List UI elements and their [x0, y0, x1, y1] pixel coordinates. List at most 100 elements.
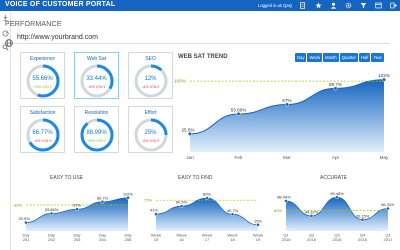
download-icon[interactable] — [2, 14, 9, 21]
filter-icon[interactable] — [360, 2, 367, 9]
x-tick-label: Day 255 — [124, 233, 132, 243]
chart-area — [156, 198, 258, 231]
document-icon[interactable] — [299, 2, 306, 9]
app-title: VOICE OF CUSTOMER PORTAL — [5, 1, 116, 8]
data-label: 60.5% — [176, 200, 188, 205]
kpi-card-resolution[interactable]: Resolution 88.99% +5% VSLY — [74, 106, 119, 153]
range-week-button[interactable]: Week — [307, 53, 323, 62]
data-point — [381, 77, 387, 82]
window-icon[interactable] — [375, 2, 382, 9]
range-half-button[interactable]: Half — [358, 53, 371, 62]
kpi-card-web-sat[interactable]: Web Sat 33.44% -3% VSLY — [74, 52, 119, 99]
data-point — [333, 86, 338, 91]
accurate-chart: 60% 88.44% Q1 2016 44.32% Q2 2016 99.48% Q3 2016 3… — [274, 191, 394, 243]
data-label: 67% — [282, 98, 291, 103]
data-label: 66.33% — [381, 202, 394, 207]
data-label: 53.66% — [231, 107, 247, 112]
range-selector: Day Week Month Quarter Half Year — [295, 53, 384, 62]
data-point — [187, 131, 193, 136]
kpi-delta: +5% VSLY — [86, 138, 107, 143]
kpi-card-seo[interactable]: SEO 12% -4% VSLY — [128, 52, 173, 99]
target-label: 80% — [14, 203, 22, 208]
data-label: 41% — [150, 208, 158, 213]
data-point — [205, 196, 209, 201]
kpi-delta: +3% VSLY — [32, 84, 53, 89]
range-quarter-button[interactable]: Quarter — [339, 53, 358, 62]
data-label: 102% — [378, 73, 390, 78]
user-icon[interactable] — [330, 2, 337, 9]
data-point — [335, 195, 339, 200]
x-tick-label: Week 16 — [176, 233, 186, 243]
data-point — [179, 204, 184, 209]
x-tick-label: Mar — [283, 155, 291, 160]
x-tick-label: Day 251 — [22, 233, 30, 243]
kpi-card-experience[interactable]: Experience 55.66% +3% VSLY — [20, 52, 65, 99]
kpi-card-satisfaction[interactable]: Satisfaction 66.77% -4% VSLY — [20, 106, 65, 153]
kpi-label: Effort — [144, 110, 157, 116]
target-label: 100% — [174, 79, 186, 84]
target-label: 75% — [144, 198, 152, 203]
site-url: http://www.yourbrand.com — [17, 34, 98, 41]
data-label: 15% — [254, 218, 262, 223]
logout-icon[interactable] — [390, 2, 397, 9]
kpi-value: 88.99% — [86, 130, 107, 136]
data-label: 88.44% — [277, 195, 291, 200]
data-label: 53.66% — [45, 207, 59, 212]
star-icon[interactable] — [315, 2, 322, 9]
page-title: PERFORMANCE — [5, 21, 62, 28]
globe-icon — [5, 34, 13, 47]
data-point — [154, 212, 158, 217]
x-tick-label: Day 252 — [48, 233, 56, 243]
easy-to-use-title: EASY TO USE — [50, 175, 84, 181]
data-point — [284, 102, 290, 107]
data-point — [309, 214, 314, 218]
data-point — [100, 199, 105, 204]
data-point — [256, 222, 260, 227]
kpi-delta: -3% VSLY — [87, 84, 106, 89]
x-tick-label: Apr — [332, 155, 340, 160]
range-month-button[interactable]: Month — [323, 53, 339, 62]
kpi-card-effort[interactable]: Effort 25% -4% VSLY — [128, 106, 173, 153]
data-label: 33.15% — [356, 213, 370, 218]
web-sat-trend-chart: 100% 25.5% Jan 53.66% Feb 67% Mar 89.7% Apr 102% M… — [174, 73, 390, 160]
kpi-label: Resolution — [84, 110, 109, 116]
x-tick-label: Q1 2017 — [384, 233, 394, 243]
x-tick-label: Week 15 — [151, 233, 161, 243]
data-label: 40.7% — [227, 208, 239, 213]
kpi-value: 33.44% — [86, 76, 107, 82]
settings-icon[interactable] — [345, 2, 352, 9]
data-point — [126, 196, 130, 200]
data-label: 25.9% — [18, 216, 30, 221]
x-tick-label: Feb — [235, 155, 243, 160]
url-bar[interactable]: http://www.yourbrand.com — [4, 33, 390, 47]
data-point — [284, 199, 288, 203]
data-point — [236, 111, 241, 117]
data-label: 25.5% — [181, 127, 194, 132]
data-point — [386, 206, 390, 211]
web-sat-trend-title: WEB SAT TREND — [178, 54, 228, 60]
x-tick-label: May — [380, 155, 389, 160]
data-label: 89.7% — [97, 195, 109, 200]
x-tick-label: Day 253 — [73, 233, 81, 243]
kpi-label: Experience — [29, 56, 55, 62]
x-tick-label: Q4 2016 — [358, 233, 368, 243]
easy-to-find-chart: 75% 41% Week 15 60.5% Week 16 80% Week 17 40.7% Wee… — [144, 192, 263, 243]
data-point — [75, 207, 79, 212]
x-tick-label: Day 254 — [99, 233, 107, 243]
x-tick-label: Q1 2016 — [282, 233, 292, 243]
kpi-value: 25% — [144, 130, 157, 136]
x-tick-label: Week 17 — [202, 233, 212, 243]
data-label: 89.7% — [329, 82, 342, 87]
kpi-label: SEO — [145, 56, 156, 62]
range-day-button[interactable]: Day — [295, 53, 307, 62]
login-info[interactable]: Logged in as QaQ — [258, 3, 292, 8]
data-point — [360, 217, 365, 222]
kpi-value: 55.66% — [32, 76, 53, 82]
data-label: 102% — [123, 191, 134, 196]
data-label: 44.32% — [305, 209, 319, 214]
kpi-value: 66.77% — [32, 130, 53, 136]
kpi-value: 12% — [144, 76, 157, 82]
kpi-delta: -4% VSLY — [141, 84, 160, 89]
range-year-button[interactable]: Year — [371, 53, 384, 62]
top-bar: VOICE OF CUSTOMER PORTAL Logged in as Qa… — [0, 0, 400, 11]
